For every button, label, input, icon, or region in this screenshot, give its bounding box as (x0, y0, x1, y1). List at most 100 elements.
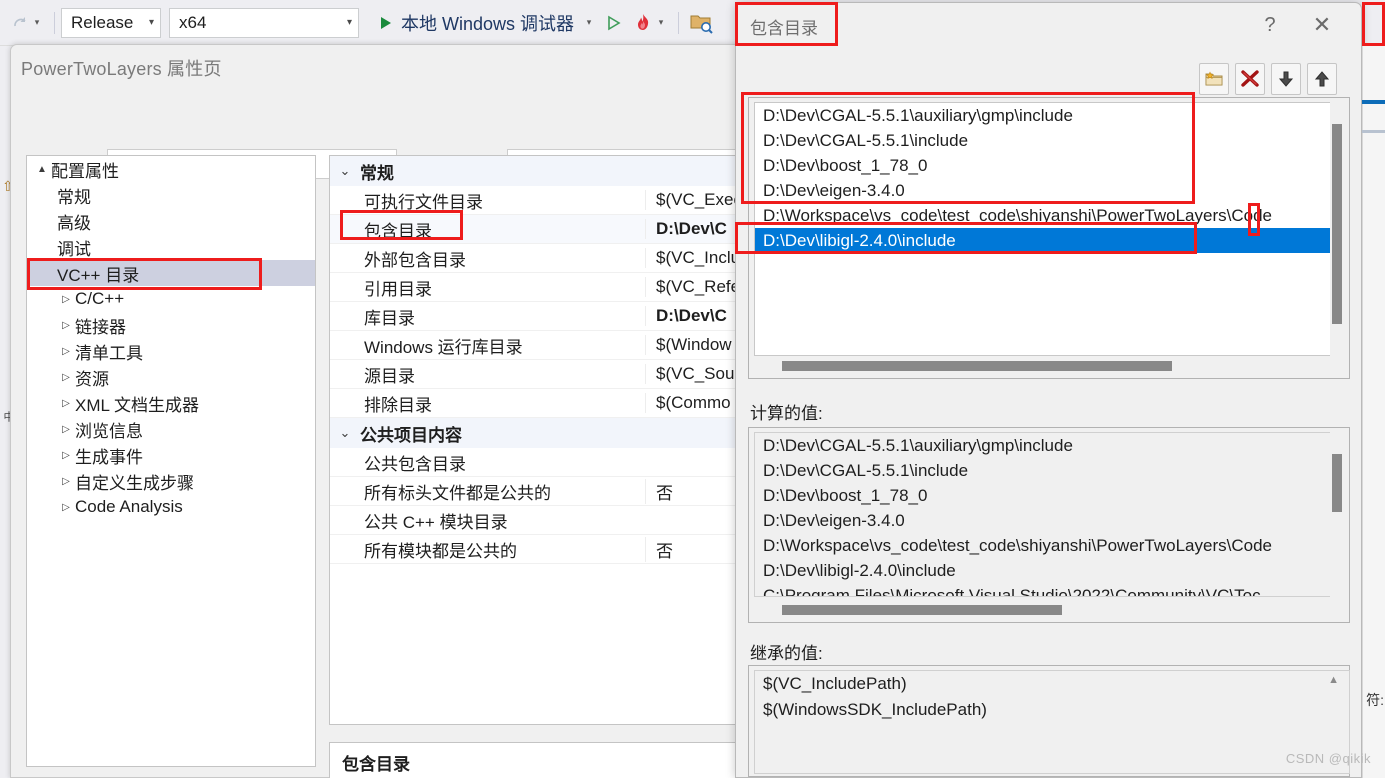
csdn-watermark: CSDN @qikik (1285, 751, 1371, 766)
grid-property-name: 可执行文件目录 (364, 192, 483, 212)
tree-item-10[interactable]: ▷ 浏览信息 (27, 416, 315, 442)
directory-list-item[interactable]: D:\Dev\CGAL-5.5.1\include (755, 128, 1331, 153)
chevron-down-icon[interactable]: ⌄ (330, 425, 360, 441)
directory-list-item[interactable]: D:\Dev\eigen-3.4.0 (755, 178, 1331, 203)
grid-property-name: 所有模块都是公共的 (364, 541, 517, 561)
tree-collapse-icon[interactable]: ▷ (57, 476, 75, 487)
tree-item-label: C/C++ (75, 289, 125, 308)
grid-category-label: 公共项目内容 (360, 425, 462, 445)
start-debugging-button[interactable]: 本地 Windows 调试器 ▾ (373, 7, 600, 39)
tree-item-label: 浏览信息 (75, 421, 143, 441)
inherited-value-list: $(VC_IncludePath) $(WindowsSDK_IncludePat… (754, 670, 1350, 774)
evaluated-vscroll-thumb[interactable] (1332, 454, 1342, 512)
directory-list-container: D:\Dev\CGAL-5.5.1\auxiliary\gmp\include D… (748, 97, 1350, 379)
tree-item-2[interactable]: 高级 (27, 208, 315, 234)
directory-list-item[interactable]: D:\Dev\CGAL-5.5.1\auxiliary\gmp\include (755, 103, 1331, 128)
tree-item-3[interactable]: 调试 (27, 234, 315, 260)
include-directories-dialog: 包含目录 ? ✕ D:\Dev\CGAL-5.5.1\auxiliary\gmp… (735, 2, 1362, 778)
right-strip-text: 符: (1366, 692, 1384, 708)
chevron-down-icon: ▾ (346, 17, 352, 28)
new-folder-button[interactable] (1199, 63, 1229, 95)
evaluated-value-item: D:\Workspace\vs_code\test_code\shiyanshi… (763, 536, 1272, 555)
tree-collapse-icon[interactable]: ▷ (57, 502, 75, 513)
directory-list-vscrollbar[interactable] (1330, 102, 1344, 356)
grid-category-label: 常规 (360, 163, 394, 183)
redo-arrow-icon (14, 16, 26, 26)
toolbar-separator-1 (54, 11, 55, 34)
tree-item-1[interactable]: 常规 (27, 182, 315, 208)
directory-list-item[interactable]: D:\Workspace\vs_code\test_code\shiyanshi… (755, 203, 1331, 228)
redo-dropdown-arrow[interactable]: ▾ (30, 17, 44, 28)
solution-platform-combo[interactable]: x64 ▾ (169, 7, 359, 38)
play-icon (381, 16, 391, 29)
move-up-button[interactable] (1307, 63, 1337, 95)
vs-right-strip (1362, 46, 1385, 778)
evaluated-hscroll-thumb[interactable] (782, 605, 1062, 615)
directory-list-hscroll-thumb[interactable] (782, 361, 1172, 371)
tree-item-7[interactable]: ▷ 清单工具 (27, 338, 315, 364)
start-debugging-label: 本地 Windows 调试器 (401, 13, 575, 34)
new-folder-icon (1205, 71, 1223, 86)
screen-root: ▾ Release ▾ x64 ▾ 本地 Windows 调试器 ▾ ▾ 中 ⇧… (0, 0, 1385, 778)
help-button[interactable]: ? (1253, 11, 1287, 39)
evaluated-hscrollbar[interactable] (754, 603, 1332, 617)
red-x-icon (1241, 70, 1259, 87)
tree-item-5[interactable]: ▷ C/C++ (27, 286, 315, 312)
tree-item-label: 资源 (75, 369, 109, 389)
start-debugging-dropdown-arrow[interactable]: ▾ (582, 17, 596, 28)
tree-collapse-icon[interactable]: ▷ (57, 398, 75, 409)
evaluated-value-item: D:\Dev\boost_1_78_0 (763, 486, 928, 505)
tree-item-11[interactable]: ▷ 生成事件 (27, 442, 315, 468)
grid-property-name: 所有标头文件都是公共的 (364, 483, 551, 503)
tree-collapse-icon[interactable]: ▷ (57, 450, 75, 461)
tree-item-6[interactable]: ▷ 链接器 (27, 312, 315, 338)
move-down-button[interactable] (1271, 63, 1301, 95)
tree-item-label: 生成事件 (75, 447, 143, 467)
directory-list-vscroll-thumb[interactable] (1332, 124, 1342, 324)
tree-item-13[interactable]: ▷ Code Analysis (27, 494, 315, 520)
redo-button[interactable]: ▾ (6, 7, 48, 39)
solution-configuration-combo[interactable]: Release ▾ (61, 7, 161, 38)
tree-item-label: 清单工具 (75, 343, 143, 363)
delete-button[interactable] (1235, 63, 1265, 95)
configuration-tree[interactable]: ▲ 配置属性 常规 高级 调试 VC++ 目录 ▷ C/C++ ▷ 链接器 ▷ 清单工具 ▷ 资源 ▷ XML… (26, 155, 316, 767)
folder-search-icon (690, 15, 713, 34)
directory-list[interactable]: D:\Dev\CGAL-5.5.1\auxiliary\gmp\include D… (754, 102, 1332, 356)
tree-expand-icon[interactable]: ▲ (33, 164, 51, 175)
tree-collapse-icon[interactable]: ▷ (57, 346, 75, 357)
toolbar-separator-2 (678, 11, 680, 34)
directory-list-item[interactable]: D:\Dev\libigl-2.4.0\include (755, 228, 1331, 253)
tree-collapse-icon[interactable]: ▷ (57, 320, 75, 331)
search-solution-explorer-button[interactable] (685, 7, 717, 39)
tree-item-9[interactable]: ▷ XML 文档生成器 (27, 390, 315, 416)
start-without-debugging-button[interactable] (600, 7, 628, 39)
grid-property-name: 包含目录 (364, 221, 432, 241)
tree-item-8[interactable]: ▷ 资源 (27, 364, 315, 390)
close-button[interactable]: ✕ (1305, 11, 1339, 39)
evaluated-value-list: D:\Dev\CGAL-5.5.1\auxiliary\gmp\include D… (754, 432, 1332, 597)
inherited-scroll-up-icon[interactable]: ▲ (1328, 674, 1339, 686)
flame-icon (638, 13, 649, 30)
tree-collapse-icon[interactable]: ▷ (57, 424, 75, 435)
evaluated-vscrollbar[interactable] (1330, 432, 1344, 597)
tree-item-12[interactable]: ▷ 自定义生成步骤 (27, 468, 315, 494)
tree-item-0[interactable]: ▲ 配置属性 (27, 156, 315, 182)
vs-right-accent-bar (1362, 100, 1385, 104)
tree-item-4[interactable]: VC++ 目录 (27, 260, 315, 286)
tree-item-label: XML 文档生成器 (75, 395, 200, 415)
directory-list-hscrollbar[interactable] (754, 359, 1332, 373)
hot-reload-dropdown-arrow[interactable]: ▾ (654, 17, 668, 28)
tree-collapse-icon[interactable]: ▷ (57, 294, 75, 305)
grid-property-name: 库目录 (364, 308, 415, 328)
evaluated-value-item: D:\Dev\CGAL-5.5.1\include (763, 461, 969, 480)
tree-item-label: 调试 (57, 239, 91, 259)
chevron-down-icon[interactable]: ⌄ (330, 163, 360, 179)
hot-reload-button[interactable]: ▾ (628, 7, 672, 39)
directory-list-item[interactable]: D:\Dev\boost_1_78_0 (755, 153, 1331, 178)
arrow-down-icon (1278, 71, 1294, 87)
tree-collapse-icon[interactable]: ▷ (57, 372, 75, 383)
tree-item-label: 配置属性 (51, 161, 119, 181)
evaluated-value-label: 计算的值: (750, 404, 823, 423)
grid-property-name: 外部包含目录 (364, 250, 466, 270)
inherited-value-item: $(WindowsSDK_IncludePath) (763, 700, 987, 719)
